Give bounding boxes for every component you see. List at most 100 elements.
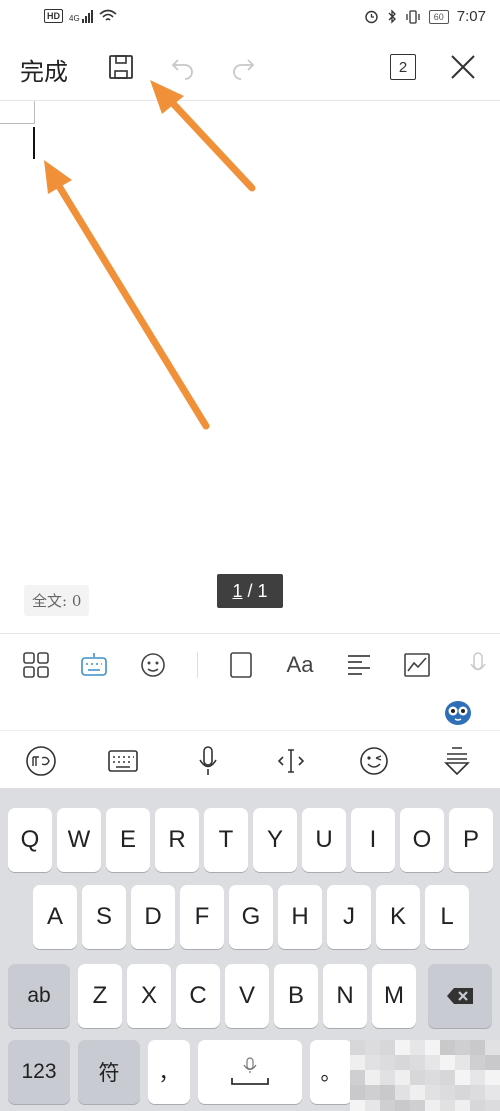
key-q[interactable]: Q — [8, 808, 52, 872]
undo-button[interactable] — [166, 50, 200, 84]
watermark-tile — [410, 1070, 425, 1085]
redo-button[interactable] — [226, 50, 260, 84]
key-n[interactable]: N — [323, 964, 367, 1028]
key-l[interactable]: L — [425, 885, 469, 949]
key-f[interactable]: F — [180, 885, 224, 949]
watermark-tile — [365, 1100, 380, 1111]
watermark-tile — [470, 1040, 485, 1055]
chart-icon — [404, 653, 430, 677]
close-icon — [451, 55, 475, 79]
apps-button[interactable] — [20, 649, 52, 681]
shift-ab-key[interactable]: ab — [8, 964, 70, 1028]
done-button[interactable]: 完成 — [20, 52, 68, 87]
keyboard-function-row — [0, 730, 500, 789]
close-button[interactable] — [446, 50, 480, 84]
key-p[interactable]: P — [449, 808, 493, 872]
backspace-key[interactable] — [428, 964, 492, 1028]
watermark-tile — [485, 1070, 500, 1085]
grid-icon — [23, 652, 49, 678]
ime-logo-button[interactable] — [24, 744, 58, 778]
page-tabs-button[interactable]: 2 — [386, 50, 420, 84]
watermark-tile — [455, 1040, 470, 1055]
key-b[interactable]: B — [274, 964, 318, 1028]
keyboard-layout-icon — [108, 750, 138, 772]
key-i[interactable]: I — [351, 808, 395, 872]
key-r[interactable]: R — [155, 808, 199, 872]
space-key[interactable] — [198, 1040, 302, 1104]
font-style-button[interactable]: Aa — [284, 649, 316, 681]
watermark-tile — [410, 1040, 425, 1055]
microphone-icon — [470, 652, 486, 671]
watermark-tile — [395, 1085, 410, 1100]
watermark-tile — [425, 1040, 440, 1055]
page-indicator: 1 / 1 — [217, 574, 283, 608]
key-t[interactable]: T — [204, 808, 248, 872]
watermark-tile — [440, 1055, 455, 1070]
wifi-icon — [99, 9, 117, 21]
key-y[interactable]: Y — [253, 808, 297, 872]
paragraph-align-button[interactable] — [343, 649, 375, 681]
key-z[interactable]: Z — [78, 964, 122, 1028]
page-total: / 1 — [247, 580, 268, 601]
cursor-move-button[interactable] — [274, 744, 308, 778]
key-k[interactable]: K — [376, 885, 420, 949]
key-j[interactable]: J — [327, 885, 371, 949]
key-c[interactable]: C — [176, 964, 220, 1028]
key-o[interactable]: O — [400, 808, 444, 872]
insert-chart-button[interactable] — [401, 649, 433, 681]
comma-key[interactable]: ， — [148, 1040, 190, 1104]
alarm-icon — [365, 10, 378, 24]
watermark-tile — [380, 1085, 395, 1100]
watermark-tile — [485, 1055, 500, 1070]
watermark-tile — [440, 1085, 455, 1100]
page-frame-button[interactable] — [225, 649, 257, 681]
key-w[interactable]: W — [57, 808, 101, 872]
toolbar-divider — [197, 652, 198, 678]
key-m[interactable]: M — [372, 964, 416, 1028]
key-x[interactable]: X — [127, 964, 171, 1028]
key-a[interactable]: A — [33, 885, 77, 949]
collapse-keyboard-icon — [444, 747, 470, 776]
save-button[interactable] — [104, 50, 138, 84]
keyboard-layout-button[interactable] — [106, 744, 140, 778]
key-v[interactable]: V — [225, 964, 269, 1028]
redo-icon — [233, 59, 255, 80]
watermark-tile — [455, 1070, 470, 1085]
key-s[interactable]: S — [82, 885, 126, 949]
emoji-sticker-button[interactable] — [137, 649, 169, 681]
key-d[interactable]: D — [131, 885, 175, 949]
numbers-key[interactable]: 123 — [8, 1040, 70, 1104]
watermark-tile — [440, 1040, 455, 1055]
keyboard-toggle-button[interactable] — [78, 649, 110, 681]
document-canvas[interactable]: 全文: 0 1 / 1 — [0, 101, 500, 633]
hide-keyboard-button[interactable] — [440, 744, 474, 778]
watermark-tile — [350, 1085, 365, 1100]
bluetooth-icon — [388, 9, 396, 24]
symbols-key[interactable]: 符 — [78, 1040, 140, 1104]
ime-mascot-icon[interactable] — [444, 700, 472, 726]
watermark-tile — [395, 1100, 410, 1111]
key-h[interactable]: H — [278, 885, 322, 949]
watermark-tile — [380, 1100, 395, 1111]
watermark-tile — [470, 1070, 485, 1085]
emoji-key-button[interactable] — [357, 744, 391, 778]
ime-logo-icon — [26, 746, 56, 776]
key-u[interactable]: U — [302, 808, 346, 872]
watermark-tile — [425, 1100, 440, 1111]
period-key[interactable]: 。 — [310, 1040, 352, 1104]
watermark-tile — [410, 1085, 425, 1100]
signal-icon: 4G — [69, 9, 93, 23]
watermark-tile — [350, 1070, 365, 1085]
status-bar: HD 4G 60 7:07 — [0, 0, 500, 36]
watermark-tile — [350, 1100, 365, 1111]
voice-input-button[interactable] — [462, 649, 494, 681]
key-e[interactable]: E — [106, 808, 150, 872]
key-g[interactable]: G — [229, 885, 273, 949]
watermark-tile — [425, 1070, 440, 1085]
watermark-tile — [395, 1055, 410, 1070]
watermark-tile — [485, 1100, 500, 1111]
cursor-move-icon — [277, 749, 305, 773]
voice-key-button[interactable] — [191, 744, 225, 778]
pixelated-watermark — [350, 1040, 500, 1111]
hd-icon: HD — [44, 9, 63, 23]
